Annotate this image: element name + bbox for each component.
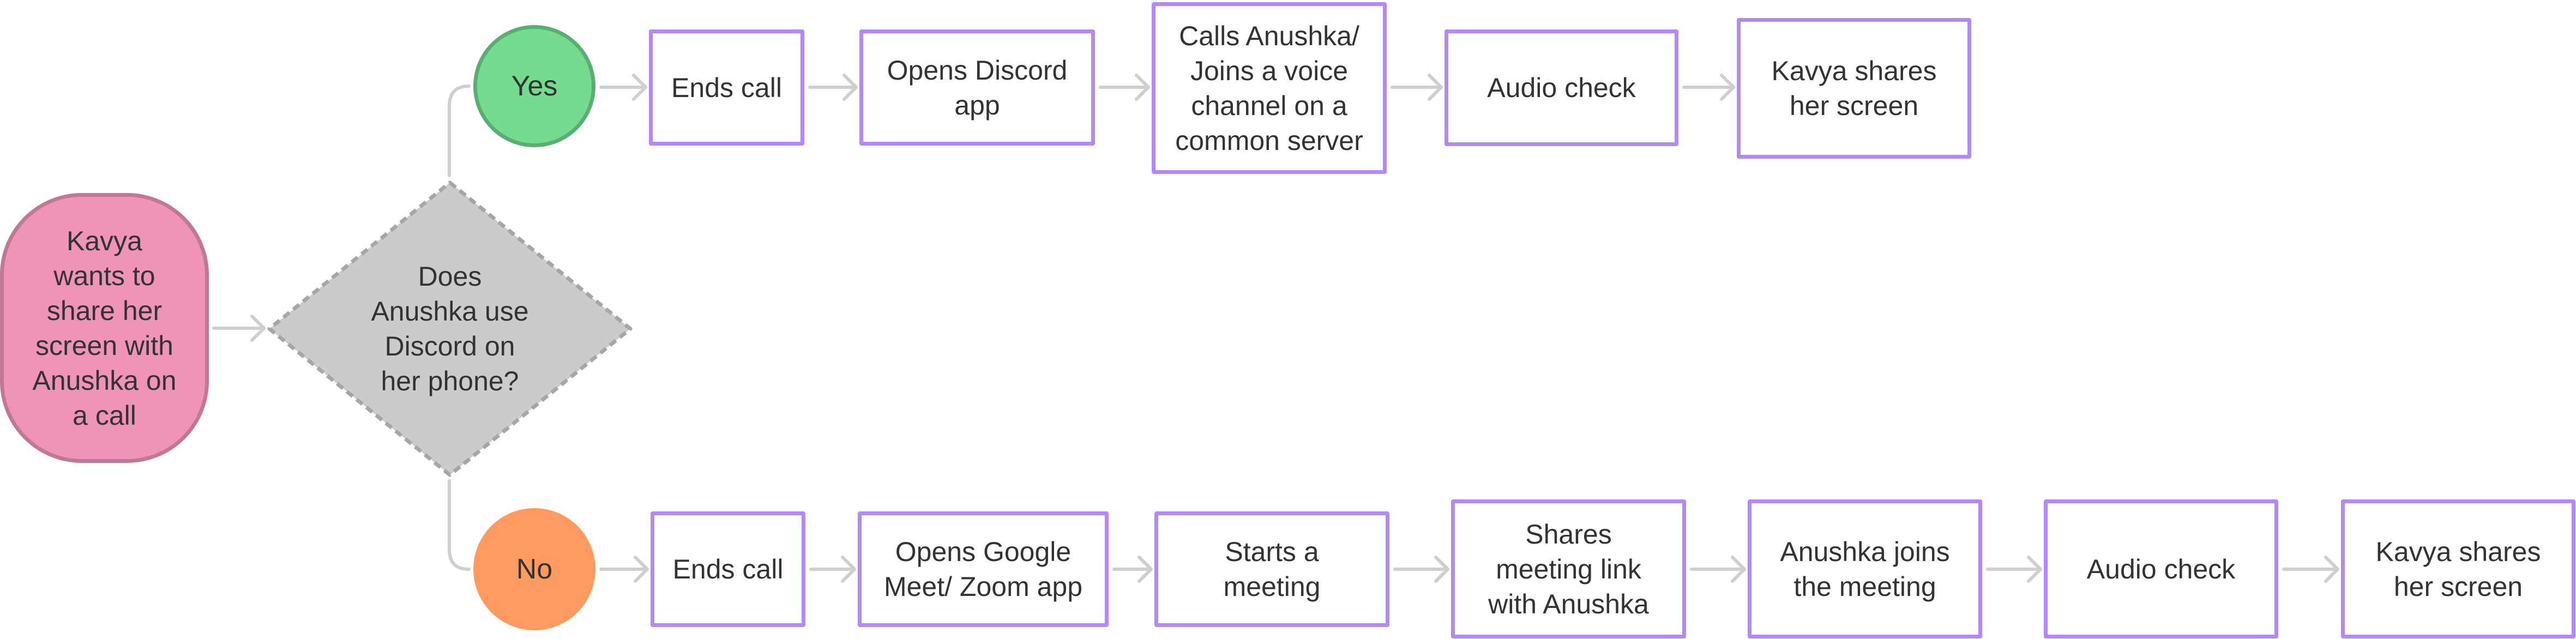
no-arrow-4 bbox=[1393, 556, 1449, 583]
no-step-opens-google-meet-zoom[interactable]: Opens Google Meet/ Zoom app bbox=[858, 511, 1109, 627]
no-step-kavya-shares-screen[interactable]: Kavya shares her screen bbox=[2341, 499, 2575, 638]
no-step-anushka-joins[interactable]: Anushka joins the meeting bbox=[1748, 499, 1982, 638]
yes-arrow-4 bbox=[1391, 74, 1443, 101]
yes-step-kavya-shares-screen[interactable]: Kavya shares her screen bbox=[1737, 18, 1971, 159]
no-arrow-1 bbox=[599, 556, 649, 583]
yes-node[interactable]: Yes bbox=[473, 25, 595, 147]
step-label: Ends call bbox=[671, 72, 782, 103]
step-label: Anushka joins the meeting bbox=[1780, 536, 1950, 602]
yes-arrow-2 bbox=[808, 74, 858, 101]
step-label: Calls Anushka/ Joins a voice channel on … bbox=[1175, 20, 1363, 156]
yes-arrow-3 bbox=[1099, 74, 1150, 101]
no-node[interactable]: No bbox=[473, 508, 595, 630]
yes-node-label: Yes bbox=[511, 70, 558, 102]
decision-node-label: Does Anushka use Discord on her phone? bbox=[371, 261, 529, 396]
step-label: Shares meeting link with Anushka bbox=[1488, 519, 1649, 619]
no-step-ends-call[interactable]: Ends call bbox=[651, 511, 805, 627]
decision-node[interactable]: Does Anushka use Discord on her phone? bbox=[267, 180, 633, 477]
connector-decision-to-yes bbox=[448, 85, 471, 177]
no-step-audio-check[interactable]: Audio check bbox=[2044, 499, 2278, 638]
start-node-label: Kavya wants to share her screen with Anu… bbox=[32, 225, 177, 431]
step-label: Opens Google Meet/ Zoom app bbox=[883, 536, 1083, 602]
step-label: Audio check bbox=[2086, 553, 2236, 584]
yes-step-calls-anushka[interactable]: Calls Anushka/ Joins a voice channel on … bbox=[1152, 2, 1387, 174]
step-label: Opens Discord app bbox=[887, 55, 1068, 120]
no-arrow-2 bbox=[809, 556, 856, 583]
no-step-starts-meeting[interactable]: Starts a meeting bbox=[1154, 511, 1389, 627]
step-label: Kavya shares her screen bbox=[1771, 56, 1937, 121]
arrow-start-to-decision bbox=[212, 315, 266, 342]
yes-step-ends-call[interactable]: Ends call bbox=[649, 29, 804, 146]
no-arrow-7 bbox=[2282, 556, 2339, 583]
step-label: Audio check bbox=[1487, 73, 1636, 103]
connector-decision-to-no bbox=[448, 479, 471, 571]
yes-step-opens-discord[interactable]: Opens Discord app bbox=[859, 29, 1095, 146]
no-node-label: No bbox=[516, 553, 553, 585]
step-label: Kavya shares her screen bbox=[2375, 536, 2541, 602]
step-label: Ends call bbox=[672, 554, 784, 584]
yes-arrow-5 bbox=[1682, 74, 1735, 101]
start-node[interactable]: Kavya wants to share her screen with Anu… bbox=[0, 193, 209, 463]
no-step-shares-meeting-link[interactable]: Shares meeting link with Anushka bbox=[1451, 499, 1686, 638]
step-label: Starts a meeting bbox=[1223, 536, 1321, 602]
no-arrow-5 bbox=[1690, 556, 1746, 583]
no-arrow-6 bbox=[1986, 556, 2042, 583]
no-arrow-3 bbox=[1112, 556, 1153, 583]
yes-arrow-1 bbox=[599, 74, 647, 101]
yes-step-audio-check[interactable]: Audio check bbox=[1445, 29, 1678, 146]
